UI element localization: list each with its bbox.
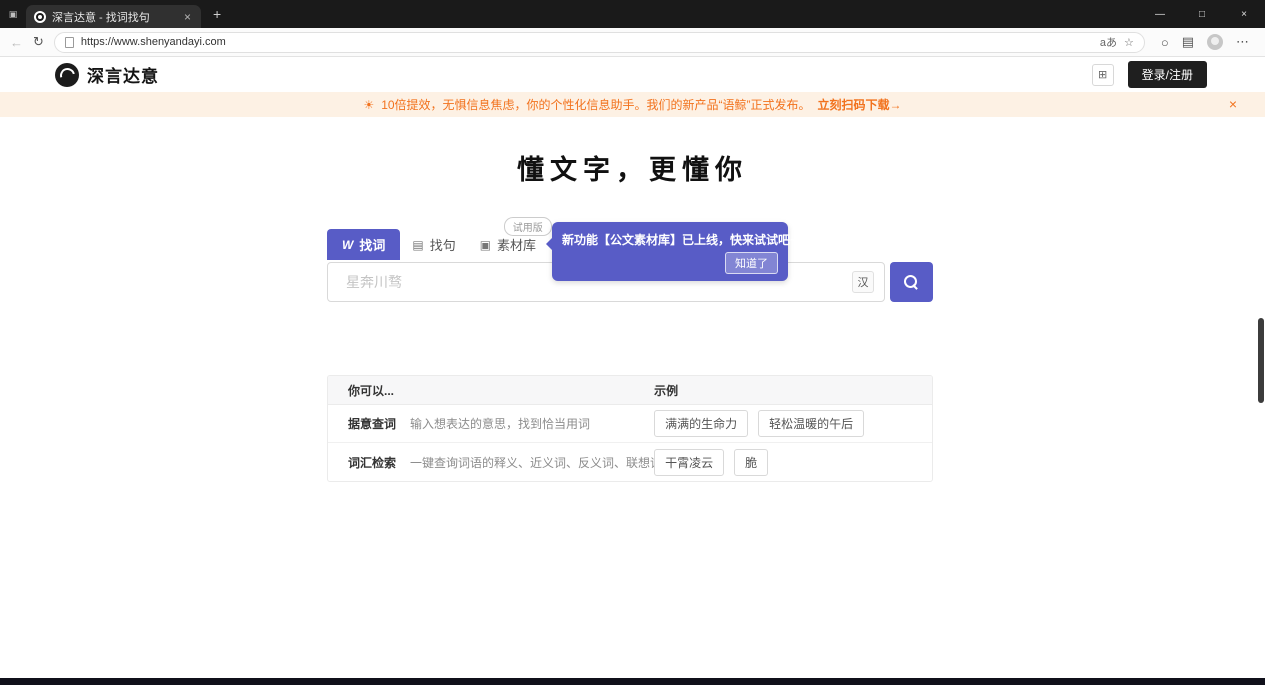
magnifier-icon	[904, 274, 919, 290]
table-header-row: 你可以... 示例	[328, 376, 932, 405]
tab-title: 深言达意 - 找词找句	[52, 11, 150, 24]
tab-label: 找句	[429, 238, 456, 253]
ime-toggle-icon[interactable]: 汉	[852, 271, 874, 293]
page-title: 懂文字，更懂你	[517, 155, 748, 185]
banner-close-icon[interactable]: ×	[1229, 96, 1237, 112]
banner-text: 10倍提效，无惧信息焦虑，你的个性化信息助手。我们的新产品“语鲸”正式发布。	[381, 98, 811, 112]
scrollbar-thumb[interactable]	[1258, 318, 1264, 403]
row-title: 据意查词	[348, 417, 397, 431]
login-register-button[interactable]: 登录/注册	[1127, 61, 1207, 88]
refresh-icon[interactable]: ↻	[33, 34, 44, 50]
row-desc: 输入想表达的意思，找到恰当用词	[410, 417, 591, 431]
header-you-can: 你可以...	[348, 383, 395, 398]
tab-close-icon[interactable]: ×	[182, 10, 193, 24]
main-column: W 找词 ▤ 找句 ▣ 素材库 试用版 新功能【公文素材库】已上线，快来试试吧~…	[327, 217, 933, 482]
extension-icon[interactable]: ○	[1161, 35, 1169, 50]
tab-label: 找词	[359, 238, 386, 253]
examples-table: 你可以... 示例 据意查词 输入想表达的意思，找到恰当用词 满满的生命力 轻松…	[327, 375, 933, 482]
maximize-button[interactable]: □	[1181, 0, 1223, 28]
profile-avatar[interactable]	[1207, 34, 1223, 50]
header-actions: ⊞ 登录/注册	[1091, 61, 1207, 88]
site-header: 深言达意 ⊞ 登录/注册	[0, 57, 1265, 92]
panel-icon[interactable]: ⊞	[1091, 63, 1114, 86]
logo-icon	[55, 62, 79, 87]
tab-material-library[interactable]: ▣ 素材库 试用版	[468, 217, 552, 260]
back-icon[interactable]: ←	[10, 35, 23, 50]
navbar-right-icons: ○ ▤ ⋯	[1155, 34, 1255, 50]
table-row: 词汇检索 一键查询词语的释义、近义词、反义词、联想词等 干霄凌云 脆	[328, 443, 932, 481]
table-row: 据意查词 输入想表达的意思，找到恰当用词 满满的生命力 轻松温暖的午后	[328, 405, 932, 443]
search-button[interactable]	[890, 262, 933, 302]
search-tabs: W 找词 ▤ 找句 ▣ 素材库 试用版 新功能【公文素材库】已上线，快来试试吧~…	[327, 217, 933, 281]
browser-tab[interactable]: 深言达意 - 找词找句 ×	[26, 5, 201, 28]
site-favicon	[34, 10, 46, 23]
tab-label: 素材库	[497, 238, 537, 253]
favorite-star-icon[interactable]: ☆	[1124, 36, 1134, 49]
site-logo[interactable]: 深言达意	[55, 62, 159, 87]
example-chip[interactable]: 脆	[734, 448, 769, 476]
browser-navbar: ← ↻ https://www.shenyandayi.com aあ ☆ ○ ▤…	[0, 28, 1265, 57]
logo-text: 深言达意	[87, 67, 159, 86]
tab-find-sentence[interactable]: ▤ 找句	[400, 229, 467, 260]
address-bar[interactable]: https://www.shenyandayi.com aあ ☆	[53, 31, 1145, 53]
url-text: https://www.shenyandayi.com	[80, 36, 226, 48]
example-chip[interactable]: 干霄凌云	[654, 448, 725, 476]
material-library-icon: ▣	[479, 237, 492, 252]
tab-find-word[interactable]: W 找词	[327, 229, 401, 260]
example-chip[interactable]: 轻松温暖的午后	[758, 410, 865, 437]
window-controls: — □ ×	[1139, 0, 1265, 28]
row-desc: 一键查询词语的释义、近义词、反义词、联想词等	[410, 455, 675, 470]
example-chip[interactable]: 满满的生命力	[654, 410, 749, 437]
close-button[interactable]: ×	[1223, 0, 1265, 28]
find-word-icon: W	[342, 237, 354, 252]
new-tab-button[interactable]: +	[213, 6, 221, 22]
header-examples: 示例	[654, 383, 679, 398]
banner-download-link[interactable]: 立刻扫码下载→	[818, 96, 902, 113]
minimize-button[interactable]: —	[1139, 0, 1181, 28]
find-sentence-icon: ▤	[412, 237, 424, 252]
promo-banner: ☀ 10倍提效，无惧信息焦虑，你的个性化信息助手。我们的新产品“语鲸”正式发布。…	[0, 92, 1265, 117]
translate-icon[interactable]: aあ	[1100, 34, 1117, 50]
trial-badge: 试用版	[503, 217, 552, 236]
new-feature-tooltip: 新功能【公文素材库】已上线，快来试试吧~ 知道了	[546, 222, 798, 281]
tooltip-confirm-button[interactable]: 知道了	[725, 252, 778, 274]
web-page: 深言达意 ⊞ 登录/注册 ☀ 10倍提效，无惧信息焦虑，你的个性化信息助手。我们…	[0, 57, 1265, 685]
more-menu-icon[interactable]: ⋯	[1236, 34, 1249, 50]
collections-icon[interactable]: ▤	[1182, 34, 1194, 50]
browser-tab-bar: ▣ 深言达意 - 找词找句 × + — □ ×	[0, 0, 1265, 28]
site-info-icon[interactable]	[64, 36, 74, 48]
sun-icon: ☀	[363, 97, 375, 112]
row-title: 词汇检索	[348, 455, 397, 470]
tooltip-text: 新功能【公文素材库】已上线，快来试试吧~	[562, 233, 798, 247]
tab-actions-icon[interactable]: ▣	[0, 9, 26, 20]
taskbar-edge	[0, 678, 1265, 685]
